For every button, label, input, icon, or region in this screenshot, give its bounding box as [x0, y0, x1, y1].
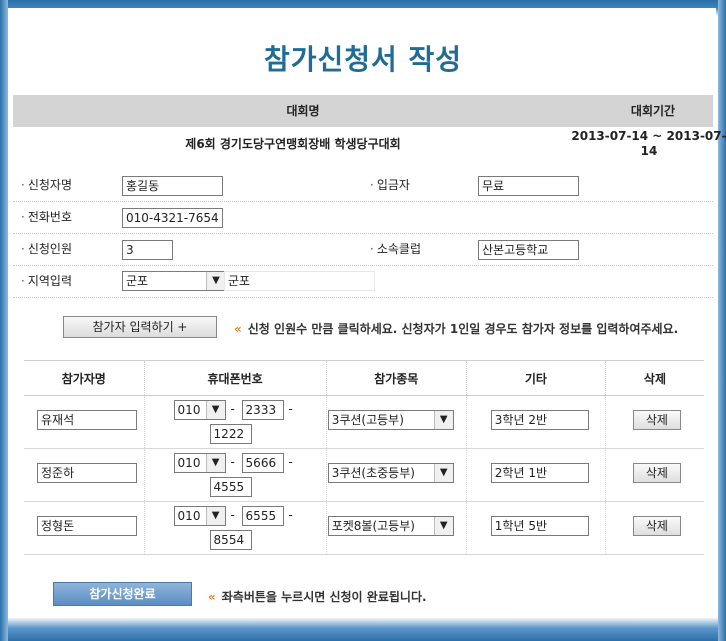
region-select-value: 군포	[126, 274, 149, 288]
page-title: 참가신청서 작성	[263, 43, 463, 76]
submit-application-button[interactable]: 참가신청완료	[53, 582, 192, 606]
etc-field[interactable]: 2학년 1반	[490, 463, 589, 483]
applicant-info-form: 신청자명 홍길동 입금자 무료 전화번호 010-4321-7654 신청인원 …	[13, 170, 713, 298]
form-row-count: 신청인원 3 소속클럽 산본고등학교	[13, 234, 713, 266]
form-row-applicant: 신청자명 홍길동 입금자 무료	[13, 170, 713, 202]
event-period-header: 대회기간	[630, 104, 676, 118]
region-field[interactable]: 군포	[224, 271, 375, 291]
phone-last-field[interactable]: 1222	[209, 424, 252, 444]
chevron-down-icon: ▼	[205, 507, 225, 525]
event-name: 제6회 경기도당구연맹회장배 학생당구대회	[185, 137, 401, 151]
phone-prefix-select[interactable]: 010 ▼	[173, 400, 226, 420]
table-row: 유재석 010 ▼ - 2333 - 1222 3쿠션(고등부) ▼ 3학년 2반 …	[24, 395, 704, 449]
phone-mid-field[interactable]: 5666	[241, 453, 284, 473]
phone-dash: -	[230, 508, 235, 522]
event-select-value: 3쿠션(초중등부)	[331, 466, 415, 480]
depositor-label: 입금자	[370, 170, 410, 200]
count-field[interactable]: 3	[122, 240, 173, 260]
frame-right-border	[718, 0, 726, 641]
club-label: 소속클럽	[370, 234, 421, 264]
add-note-text: 신청 인원수 만큼 클릭하세요. 신청자가 1인일 경우도 참가자 정보를 입력…	[247, 322, 679, 336]
chevron-down-icon: ▼	[205, 401, 225, 419]
phone-prefix-select[interactable]: 010 ▼	[173, 453, 226, 473]
count-label: 신청인원	[21, 234, 72, 264]
chevron-down-icon: ▼	[206, 272, 225, 290]
submit-note-text: 좌측버튼을 누르시면 신청이 완료됩니다.	[221, 590, 427, 604]
phone-prefix-select[interactable]: 010 ▼	[173, 506, 226, 526]
event-name-header: 대회명	[286, 104, 320, 118]
chevron-down-icon: ▼	[433, 517, 453, 535]
participant-name-field[interactable]: 정형돈	[37, 516, 137, 536]
delete-button[interactable]: 삭제	[632, 516, 681, 536]
applicant-name-field[interactable]: 홍길동	[122, 176, 223, 196]
participant-name-field[interactable]: 유재석	[37, 410, 137, 430]
phone-field[interactable]: 010-4321-7654	[122, 208, 223, 228]
phone-dash: -	[288, 455, 293, 469]
table-row: 정형돈 010 ▼ - 6555 - 8554 포켓8볼(고등부) ▼ 1학년 5반…	[24, 501, 704, 555]
frame-left-border	[0, 0, 8, 641]
col-header-event: 참가종목	[325, 360, 467, 396]
event-row: 제6회 경기도당구연맹회장배 학생당구대회 2013-07-14 ~ 2013-…	[13, 127, 726, 167]
event-select[interactable]: 3쿠션(초중등부) ▼	[327, 463, 454, 483]
chevron-down-icon: ▼	[205, 454, 225, 472]
phone-dash: -	[288, 402, 293, 416]
phone-last-field[interactable]: 4555	[209, 477, 252, 497]
event-select-value: 포켓8볼(고등부)	[331, 519, 415, 533]
double-chevron-left-icon: «	[234, 322, 242, 336]
event-select[interactable]: 3쿠션(고등부) ▼	[327, 410, 454, 430]
phone-prefix-value: 010	[177, 403, 201, 417]
event-table-header: 대회명 대회기간	[13, 95, 713, 127]
phone-dash: -	[288, 508, 293, 522]
col-header-name: 참가자명	[24, 360, 145, 396]
chevron-down-icon: ▼	[433, 411, 453, 429]
phone-mid-field[interactable]: 6555	[241, 506, 284, 526]
phone-mid-field[interactable]: 2333	[241, 400, 284, 420]
region-select[interactable]: 군포 ▼	[122, 271, 226, 291]
depositor-field[interactable]: 무료	[478, 176, 579, 196]
region-label: 지역입력	[21, 266, 72, 296]
phone-dash: -	[230, 455, 235, 469]
form-row-region: 지역입력 군포 ▼ 군포	[13, 266, 713, 298]
participant-name-field[interactable]: 정준하	[37, 463, 137, 483]
submit-note: « 좌측버튼을 누르시면 신청이 완료됩니다.	[208, 588, 427, 605]
event-select[interactable]: 포켓8볼(고등부) ▼	[327, 516, 454, 536]
applicant-label: 신청자명	[21, 170, 72, 200]
col-header-etc: 기타	[465, 360, 606, 396]
delete-button[interactable]: 삭제	[632, 463, 681, 483]
delete-button[interactable]: 삭제	[632, 410, 681, 430]
add-participant-button[interactable]: 참가자 입력하기 +	[63, 316, 217, 338]
etc-field[interactable]: 1학년 5반	[490, 516, 589, 536]
phone-label: 전화번호	[21, 202, 72, 232]
double-chevron-left-icon: «	[208, 590, 216, 604]
club-field[interactable]: 산본고등학교	[478, 240, 579, 260]
table-row: 정준하 010 ▼ - 5666 - 4555 3쿠션(초중등부) ▼ 2학년 1반…	[24, 448, 704, 502]
participant-table: 참가자명 휴대폰번호 참가종목 기타 삭제 유재석 010 ▼ - 2333 - …	[24, 360, 704, 555]
add-note: « 신청 인원수 만큼 클릭하세요. 신청자가 1인일 경우도 참가자 정보를 입…	[234, 320, 678, 337]
col-header-phone: 휴대폰번호	[143, 360, 327, 396]
phone-last-field[interactable]: 8554	[209, 530, 252, 550]
event-select-value: 3쿠션(고등부)	[331, 413, 404, 427]
phone-prefix-value: 010	[177, 509, 201, 523]
phone-dash: -	[230, 402, 235, 416]
etc-field[interactable]: 3학년 2반	[490, 410, 589, 430]
chevron-down-icon: ▼	[433, 464, 453, 482]
col-header-delete: 삭제	[604, 360, 704, 396]
event-period: 2013-07-14 ~ 2013-07-14	[571, 129, 726, 158]
participant-table-header: 참가자명 휴대폰번호 참가종목 기타 삭제	[24, 360, 704, 396]
form-row-phone: 전화번호 010-4321-7654	[13, 202, 713, 234]
phone-prefix-value: 010	[177, 456, 201, 470]
